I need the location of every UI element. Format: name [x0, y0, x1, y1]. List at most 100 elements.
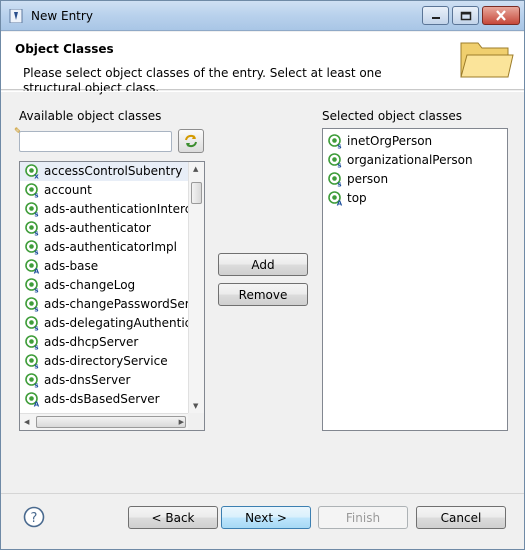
refresh-icon: [185, 134, 197, 148]
svg-text:s: s: [337, 162, 341, 169]
list-item-label: ads-authenticatorImpl: [44, 240, 177, 254]
list-item[interactable]: s person: [323, 170, 507, 189]
maximize-button[interactable]: [452, 6, 479, 25]
available-label: Available object classes: [19, 109, 162, 123]
svg-text:s: s: [34, 192, 38, 199]
structural-class-icon: s: [328, 153, 342, 169]
list-item-label: accessControlSubentry: [44, 164, 183, 178]
structural-class-icon: s: [25, 183, 39, 199]
list-item[interactable]: Aads-base: [20, 257, 188, 276]
selected-label: Selected object classes: [322, 109, 463, 123]
vertical-scroll-thumb[interactable]: [191, 182, 202, 204]
finish-button[interactable]: Finish: [318, 506, 408, 529]
list-item-label: ads-delegatingAuthenticato: [44, 316, 188, 330]
list-item-label: ads-authenticationIntercep: [44, 202, 188, 216]
list-item[interactable]: s inetOrgPerson: [323, 132, 507, 151]
list-item-label: ads-base: [44, 259, 99, 273]
scroll-right-icon[interactable]: ▶: [179, 418, 184, 426]
list-item[interactable]: s ads-dnsServer: [20, 371, 188, 390]
refresh-button[interactable]: [178, 129, 204, 153]
available-items: x accessControlSubentry s account s ads-authe…: [20, 162, 188, 413]
minimize-icon: [431, 16, 440, 19]
structural-class-icon: s: [328, 172, 342, 187]
back-button[interactable]: < Back: [128, 506, 218, 529]
list-item[interactable]: s ads-directoryService: [20, 352, 188, 371]
scroll-left-icon[interactable]: ◀: [24, 418, 29, 426]
maximize-icon: [460, 11, 471, 20]
horizontal-scrollbar[interactable]: ◀ ▶: [20, 413, 188, 430]
svg-text:s: s: [34, 382, 38, 389]
scroll-up-icon[interactable]: ▲: [193, 165, 198, 173]
structural-class-icon: s: [328, 134, 342, 150]
svg-text:A: A: [34, 268, 40, 275]
new-entry-dialog: New Entry Object Classes Please select o…: [0, 0, 525, 550]
back-button-label: < Back: [151, 510, 195, 525]
svg-text:s: s: [34, 344, 38, 351]
close-icon: [496, 10, 506, 21]
svg-text:x: x: [34, 173, 39, 180]
list-item-label: ads-directoryService: [44, 354, 168, 368]
structural-class-icon: s: [25, 335, 39, 351]
list-item-label: top: [347, 191, 367, 205]
list-item[interactable]: s ads-dhcpServer: [20, 333, 188, 352]
cancel-button[interactable]: Cancel: [416, 506, 506, 529]
list-item-label: inetOrgPerson: [347, 134, 433, 148]
app-icon: [9, 9, 23, 23]
structural-class-icon: s: [25, 240, 39, 256]
available-classes-list[interactable]: x accessControlSubentry s account s ads-authe…: [19, 161, 205, 431]
list-item[interactable]: s ads-changeLog: [20, 276, 188, 295]
svg-text:s: s: [34, 325, 38, 332]
footer-divider: [1, 493, 524, 494]
finish-button-label: Finish: [345, 510, 381, 525]
next-button[interactable]: Next >: [221, 506, 311, 529]
svg-text:s: s: [34, 249, 38, 256]
filter-input[interactable]: [19, 131, 172, 152]
list-item[interactable]: s ads-delegatingAuthenticato: [20, 314, 188, 333]
help-icon[interactable]: ?: [23, 506, 45, 528]
cancel-button-label: Cancel: [440, 510, 482, 525]
remove-button[interactable]: Remove: [218, 283, 308, 306]
add-button[interactable]: Add: [218, 253, 308, 276]
list-item-label: ads-dsBasedServer: [44, 392, 160, 406]
svg-text:?: ?: [31, 511, 38, 526]
svg-text:s: s: [34, 211, 38, 218]
remove-button-label: Remove: [238, 287, 288, 302]
list-item[interactable]: s ads-authenticationIntercep: [20, 200, 188, 219]
list-item[interactable]: Atop: [323, 189, 507, 208]
add-button-label: Add: [251, 257, 275, 272]
list-item-label: organizationalPerson: [347, 153, 473, 167]
structural-class-icon: s: [25, 373, 39, 389]
structural-class-icon: s: [25, 278, 39, 293]
list-item[interactable]: s ads-authenticatorImpl: [20, 238, 188, 257]
window-title: New Entry: [31, 9, 93, 23]
list-item[interactable]: s organizationalPerson: [323, 151, 507, 170]
horizontal-scroll-thumb[interactable]: [36, 416, 186, 428]
selected-classes-list[interactable]: s inetOrgPerson s organizationalPerson s pers…: [322, 128, 508, 431]
folder-icon: [460, 42, 514, 78]
list-item[interactable]: s ads-authenticator: [20, 219, 188, 238]
structural-class-icon: s: [25, 202, 39, 218]
list-item[interactable]: Aads-dsBasedServer: [20, 390, 188, 409]
abstract-class-icon: A: [328, 191, 343, 206]
list-item[interactable]: s account: [20, 181, 188, 200]
svg-text:s: s: [337, 143, 341, 150]
close-button[interactable]: [482, 6, 520, 25]
minimize-button[interactable]: [422, 6, 449, 25]
list-item-label: ads-dhcpServer: [44, 335, 139, 349]
selected-items: s inetOrgPerson s organizationalPerson s pers…: [323, 132, 507, 430]
header-divider: [1, 91, 524, 92]
structural-class-icon: s: [25, 316, 39, 332]
title-bar[interactable]: New Entry: [1, 1, 524, 31]
list-item-label: ads-changePasswordServer: [44, 297, 188, 311]
structural-class-icon: s: [25, 221, 39, 236]
list-item-label: ads-changeLog: [44, 278, 136, 292]
list-item-label: ads-dnsServer: [44, 373, 131, 387]
scroll-down-icon[interactable]: ▼: [193, 402, 198, 410]
vertical-scrollbar[interactable]: ▲ ▼: [188, 162, 204, 413]
list-item-label: person: [347, 172, 389, 186]
list-item[interactable]: x accessControlSubentry: [20, 162, 188, 181]
structural-class-icon: s: [25, 354, 39, 369]
svg-text:A: A: [337, 200, 343, 207]
list-item[interactable]: s ads-changePasswordServer: [20, 295, 188, 314]
next-button-label: Next >: [245, 510, 287, 525]
